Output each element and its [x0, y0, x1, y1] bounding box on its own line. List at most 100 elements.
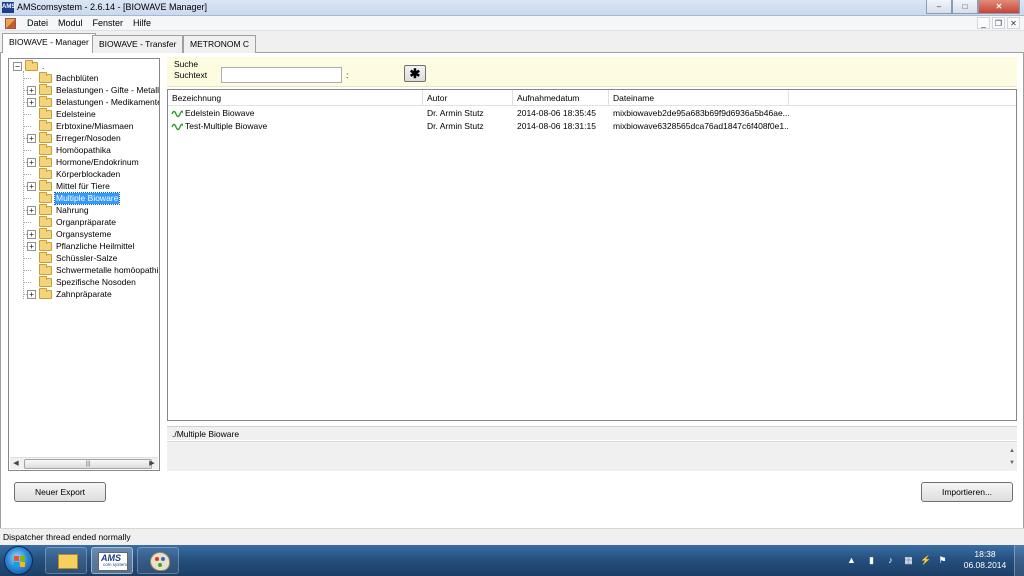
show-desktop-button[interactable] — [1014, 545, 1024, 576]
system-tray: ▲ ▮ ♪ ▦ ⚡ ⚑ 18:38 06.08.2014 — [844, 545, 1024, 576]
tree-item[interactable]: + Mittel für Tiere — [27, 179, 111, 192]
folder-icon — [39, 251, 52, 263]
expand-icon[interactable]: + — [27, 205, 36, 215]
search-section-label: Suche — [174, 59, 199, 69]
expand-icon[interactable]: + — [27, 241, 36, 251]
search-panel: Suche Suchtext : ✱ — [167, 57, 1017, 87]
folder-icon — [39, 167, 52, 179]
tab-biowave-manager[interactable]: BIOWAVE - Manager — [2, 33, 96, 54]
search-input[interactable] — [221, 67, 342, 83]
clock[interactable]: 18:38 06.08.2014 — [960, 549, 1010, 571]
tree-item[interactable]: Spezifische Nosoden — [27, 275, 137, 288]
scroll-right-icon[interactable]: ▶ — [146, 458, 158, 470]
window-controls: – □ ✕ — [926, 0, 1020, 14]
menu-datei[interactable]: Datei — [22, 18, 53, 29]
mdi-restore-button[interactable]: ❐ — [992, 17, 1005, 29]
power-icon[interactable]: ⚡ — [920, 555, 931, 566]
expand-icon[interactable]: + — [27, 97, 36, 107]
menu-modul[interactable]: Modul — [53, 18, 88, 29]
new-export-button[interactable]: Neuer Export — [14, 482, 106, 502]
expand-icon[interactable]: + — [27, 157, 36, 167]
document-icon[interactable] — [5, 18, 16, 29]
mdi-close-button[interactable]: ✕ — [1007, 17, 1020, 29]
menu-bar: Datei Modul Fenster Hilfe _ ❐ ✕ — [0, 16, 1024, 31]
wildcard-search-button[interactable]: ✱ — [404, 65, 426, 82]
folder-icon — [39, 95, 52, 107]
tree-item[interactable]: Körperblockaden — [27, 167, 121, 180]
tree-item-label: Schüssler-Salze — [56, 252, 118, 263]
menu-hilfe[interactable]: Hilfe — [128, 18, 156, 29]
expand-icon[interactable]: + — [27, 289, 36, 299]
tab-metronom-c[interactable]: METRONOM C — [183, 35, 257, 53]
tab-biowave-transfer[interactable]: BIOWAVE - Transfer — [92, 35, 184, 53]
tree-item[interactable]: + Organsysteme — [27, 227, 112, 240]
expand-icon[interactable]: + — [27, 85, 36, 95]
show-hidden-icons-icon[interactable]: ▲ — [846, 555, 857, 566]
volume-icon[interactable]: ♪ — [885, 555, 896, 566]
folder-icon — [39, 191, 52, 203]
menu-fenster[interactable]: Fenster — [88, 18, 129, 29]
network-icon[interactable]: ▦ — [903, 555, 914, 566]
table-row[interactable]: Test-Multiple Biowave Dr. Armin Stutz 20… — [168, 120, 1016, 133]
minimize-button[interactable]: – — [926, 0, 952, 14]
tree-item[interactable]: Edelsteine — [27, 107, 97, 120]
search-colon: : — [346, 70, 349, 80]
mdi-minimize-button[interactable]: _ — [977, 17, 990, 29]
tree-item[interactable]: + Zahnpräparate — [27, 287, 113, 300]
tree-item[interactable]: Erbtoxine/Miasmaen — [27, 119, 134, 132]
tree-item[interactable]: Multiple Bioware — [27, 191, 121, 205]
cell-bezeichnung: Edelstein Biowave — [185, 108, 255, 118]
ams-logo-icon: AMS com system — [98, 552, 128, 571]
device-icon[interactable]: ▮ — [866, 555, 877, 566]
collapse-icon[interactable]: − — [13, 61, 22, 71]
tree-item[interactable]: Schwermetalle homöopathisc — [27, 263, 159, 276]
category-tree[interactable]: − . Bachblüten + Belastungen - Gifte - Met… — [8, 58, 160, 471]
tree-item[interactable]: + Nahrung — [27, 203, 90, 216]
scroll-thumb[interactable]: ||| — [24, 459, 152, 469]
taskbar-paint[interactable] — [137, 547, 179, 574]
tree-item[interactable]: + Belastungen - Gifte - Metalle — [27, 83, 159, 96]
tree-item[interactable]: Schüssler-Salze — [27, 251, 118, 264]
folder-icon — [39, 107, 52, 119]
tree-item[interactable]: + Belastungen - Medikamente — [27, 95, 160, 108]
biowave-icon — [171, 123, 183, 130]
expand-icon[interactable]: + — [27, 181, 36, 191]
folder-icon — [39, 227, 52, 239]
scroll-left-icon[interactable]: ◀ — [10, 458, 22, 470]
tree-item-label: Erreger/Nosoden — [56, 132, 121, 143]
close-button[interactable]: ✕ — [978, 0, 1020, 14]
clock-date: 06.08.2014 — [963, 560, 1007, 570]
tree-item-label: Nahrung — [56, 204, 89, 215]
current-path: ./Multiple Bioware — [167, 426, 1017, 440]
scroll-up-icon[interactable]: ▲ — [1009, 448, 1015, 454]
tree-item[interactable]: Homöopathika — [27, 143, 112, 156]
folder-icon — [39, 179, 52, 191]
scroll-down-icon[interactable]: ▼ — [1009, 460, 1015, 466]
folder-icon — [39, 287, 52, 299]
cell-autor: Dr. Armin Stutz — [427, 108, 484, 118]
expand-icon[interactable]: + — [27, 133, 36, 143]
tree-root[interactable]: − . — [13, 59, 45, 72]
folder-icon — [39, 239, 52, 251]
column-header-autor[interactable]: Autor — [423, 90, 513, 105]
column-header-bezeichnung[interactable]: Bezeichnung — [168, 90, 423, 105]
table-row[interactable]: Edelstein Biowave Dr. Armin Stutz 2014-0… — [168, 107, 1016, 120]
tree-item[interactable]: + Pflanzliche Heilmittel — [27, 239, 135, 252]
tree-item-label: Organpräparate — [56, 216, 117, 227]
taskbar-amscomsystem[interactable]: AMS com system — [91, 547, 133, 574]
taskbar-explorer[interactable] — [45, 547, 87, 574]
module-tabs: BIOWAVE - Manager BIOWAVE - Transfer MET… — [0, 33, 1024, 54]
tree-item[interactable]: Organpräparate — [27, 215, 117, 228]
start-button[interactable] — [4, 546, 33, 575]
expand-icon[interactable]: + — [27, 229, 36, 239]
import-button[interactable]: Importieren... — [921, 482, 1013, 502]
tree-item[interactable]: + Hormone/Endokrinum — [27, 155, 140, 168]
tree-horizontal-scrollbar[interactable]: ◀ ||| ▶ — [10, 457, 158, 469]
maximize-button[interactable]: □ — [952, 0, 978, 14]
column-header-dateiname[interactable]: Dateiname — [609, 90, 789, 105]
tree-item[interactable]: Bachblüten — [27, 71, 100, 84]
tree-item[interactable]: + Erreger/Nosoden — [27, 131, 122, 144]
column-header-aufnahmedatum[interactable]: Aufnahmedatum — [513, 90, 609, 105]
action-center-icon[interactable]: ⚑ — [937, 555, 948, 566]
tree-item-label: Belastungen - Medikamente — [56, 96, 160, 107]
